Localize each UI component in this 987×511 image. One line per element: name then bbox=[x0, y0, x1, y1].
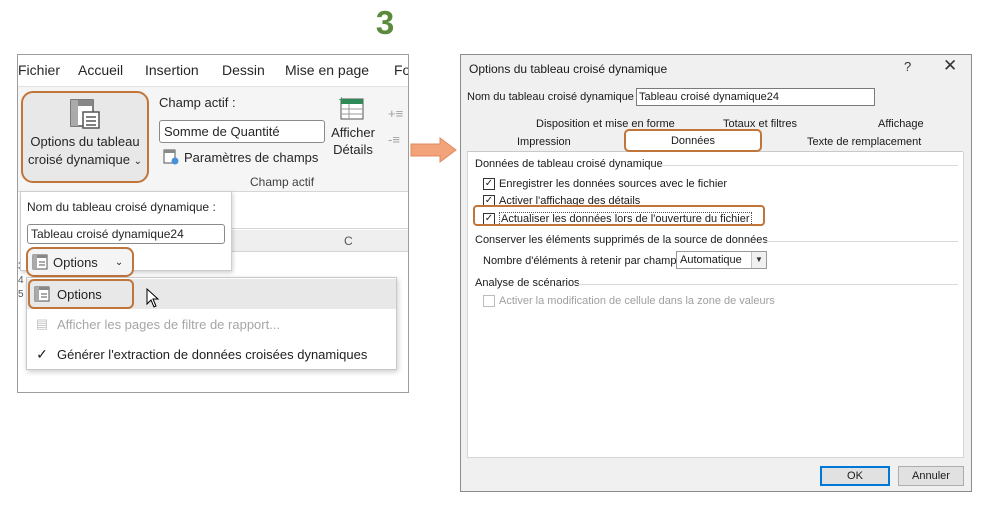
group-label-champ-actif: Champ actif bbox=[250, 175, 315, 189]
close-icon[interactable]: ✕ bbox=[943, 56, 957, 76]
nbr-elements-select[interactable]: Automatique ▼ bbox=[676, 251, 767, 269]
section-divider bbox=[760, 241, 958, 242]
nbr-elements-value: Automatique bbox=[680, 254, 742, 266]
menu-item-generer-extraction[interactable]: ✓ Générer l'extraction de données croisé… bbox=[27, 339, 396, 369]
menu-item-pages-filtre-label: Afficher les pages de filtre de rapport.… bbox=[57, 316, 281, 332]
row-number: 5 bbox=[18, 289, 24, 300]
checkbox-modification-label: Activer la modification de cellule dans … bbox=[499, 295, 775, 307]
pivot-options-button[interactable]: Options du tableau croisé dynamique ⌄ bbox=[21, 91, 149, 183]
parametres-champs-button[interactable]: Paramètres de champs bbox=[163, 149, 318, 165]
column-header-bar: C bbox=[231, 230, 408, 252]
row-number: 4 bbox=[18, 275, 24, 286]
arrow-right-icon bbox=[410, 137, 457, 163]
show-details-icon: + bbox=[338, 95, 364, 120]
section-divider bbox=[578, 284, 958, 285]
cancel-button[interactable]: Annuler bbox=[898, 466, 964, 486]
pivot-name-input[interactable]: Tableau croisé dynamique24 bbox=[27, 224, 225, 244]
collapse-field-icon[interactable]: -≡ bbox=[388, 127, 403, 153]
pivot-options-label: Options du tableau croisé dynamique bbox=[28, 134, 140, 167]
menu-item-options[interactable]: Options bbox=[27, 279, 396, 309]
donnees-pane: Données de tableau croisé dynamique ✓ En… bbox=[467, 152, 964, 458]
expand-field-icon[interactable]: +≡ bbox=[388, 101, 403, 127]
tab-mise-en-page[interactable]: Mise en page bbox=[285, 62, 369, 78]
dialog-name-label: Nom du tableau croisé dynamique : bbox=[467, 91, 641, 103]
tab-format[interactable]: Fo bbox=[394, 62, 408, 78]
ribbon-tabs: Fichier Accueil Insertion Dessin Mise en… bbox=[18, 55, 408, 86]
section-conserver-title: Conserver les éléments supprimés de la s… bbox=[475, 234, 768, 246]
help-icon[interactable]: ? bbox=[904, 59, 911, 74]
pivot-table-icon bbox=[70, 99, 100, 129]
checkbox-enregistrer[interactable]: ✓ Enregistrer les données sources avec l… bbox=[483, 178, 727, 190]
highlight-box bbox=[473, 205, 765, 226]
pivot-table-icon bbox=[32, 254, 48, 270]
chevron-down-icon: ⌄ bbox=[133, 156, 142, 167]
dialog-name-input[interactable]: Tableau croisé dynamique24 bbox=[636, 88, 875, 106]
step-number: 3 bbox=[375, 4, 395, 41]
svg-text:+: + bbox=[338, 95, 345, 104]
ribbon: Options du tableau croisé dynamique ⌄ Ch… bbox=[18, 86, 408, 192]
section-divider bbox=[660, 165, 958, 166]
checkbox-enregistrer-label: Enregistrer les données sources avec le … bbox=[499, 178, 728, 190]
expand-collapse-icons[interactable]: +≡ -≡ bbox=[388, 101, 403, 153]
tab-affichage[interactable]: Affichage bbox=[878, 118, 924, 130]
chevron-down-icon: ⌄ bbox=[114, 256, 124, 268]
options-split-label: Options bbox=[53, 254, 98, 270]
options-dropdown-menu: Options ▤ Afficher les pages de filtre d… bbox=[26, 277, 397, 370]
section-donnees-title: Données de tableau croisé dynamique bbox=[475, 158, 663, 170]
tab-accueil[interactable]: Accueil bbox=[78, 62, 123, 78]
tab-fichier[interactable]: Fichier bbox=[18, 62, 60, 78]
champ-actif-input[interactable]: Somme de Quantité bbox=[159, 120, 325, 143]
section-scenarios-title: Analyse de scénarios bbox=[475, 277, 580, 289]
pivot-options-dialog: Options du tableau croisé dynamique ? ✕ … bbox=[460, 54, 972, 492]
nbr-elements-label: Nombre d'éléments à retenir par champ : bbox=[483, 255, 683, 267]
pivot-name-label: Nom du tableau croisé dynamique : bbox=[27, 200, 216, 214]
excel-window: Fichier Accueil Insertion Dessin Mise en… bbox=[17, 54, 409, 393]
field-settings-icon bbox=[163, 149, 179, 165]
parametres-champs-label: Paramètres de champs bbox=[184, 149, 319, 165]
options-split-button[interactable]: Options ⌄ bbox=[26, 247, 134, 277]
highlight-box bbox=[28, 279, 134, 309]
checkbox-unchecked-icon bbox=[483, 295, 495, 307]
checkmark-icon: ✓ bbox=[36, 345, 48, 362]
tab-insertion[interactable]: Insertion bbox=[145, 62, 199, 78]
tab-texte-remplacement[interactable]: Texte de remplacement bbox=[807, 136, 921, 148]
chevron-down-icon[interactable]: ▼ bbox=[751, 252, 766, 268]
tab-dessin[interactable]: Dessin bbox=[222, 62, 265, 78]
checkbox-checked-icon: ✓ bbox=[483, 178, 495, 190]
afficher-details-button[interactable]: + Afficher Détails bbox=[328, 95, 378, 158]
ok-button[interactable]: OK bbox=[820, 466, 890, 486]
tab-donnees[interactable]: Données bbox=[624, 129, 762, 152]
menu-item-pages-filtre: ▤ Afficher les pages de filtre de rappor… bbox=[27, 309, 396, 339]
tab-impression[interactable]: Impression bbox=[517, 136, 571, 148]
column-header-c[interactable]: C bbox=[344, 234, 353, 248]
menu-item-generer-label: Générer l'extraction de données croisées… bbox=[57, 346, 368, 362]
report-pages-icon: ▤ bbox=[35, 316, 49, 331]
mouse-cursor-icon bbox=[146, 288, 160, 308]
champ-actif-label: Champ actif : bbox=[159, 95, 236, 110]
formula-bar-divider bbox=[231, 228, 408, 229]
afficher-details-label: Afficher Détails bbox=[331, 125, 375, 157]
checkbox-modification-cellule: Activer la modification de cellule dans … bbox=[483, 295, 775, 307]
dialog-title: Options du tableau croisé dynamique bbox=[469, 62, 668, 76]
